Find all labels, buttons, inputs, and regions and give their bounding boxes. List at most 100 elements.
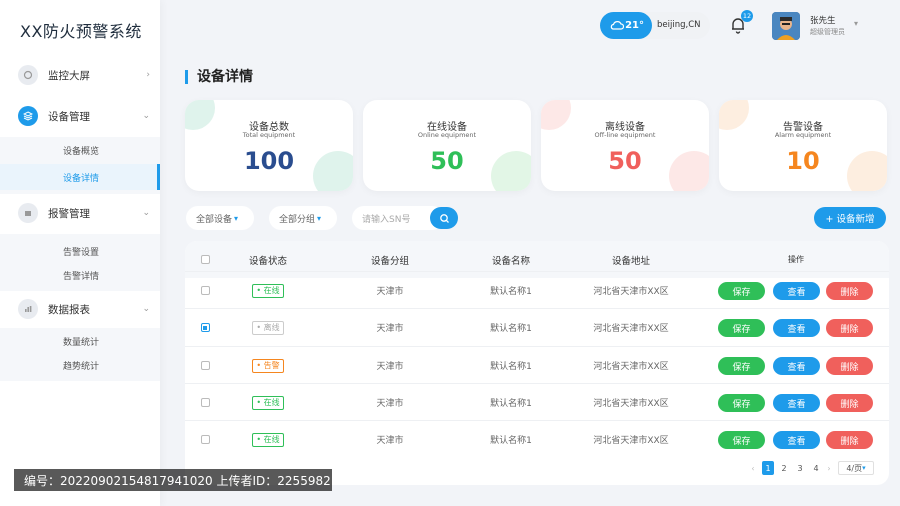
delete-button[interactable]: 删除	[826, 282, 873, 300]
status-cell: • 告警	[233, 347, 303, 384]
save-button[interactable]: 保存	[718, 319, 765, 337]
topbar: 21° beijing,CN 12 张先生 超级管理员 ▾	[160, 0, 900, 52]
stat-card-online: 在线设备 Online equipment 50	[363, 100, 531, 191]
save-button[interactable]: 保存	[718, 431, 765, 449]
status-badge: • 离线	[252, 320, 284, 335]
chevron-down-icon: ⌄	[142, 304, 150, 314]
delete-button[interactable]: 删除	[826, 319, 873, 337]
stat-subtitle: Total equipment	[242, 131, 296, 139]
row-checkbox[interactable]	[200, 361, 210, 370]
stat-card-total: 设备总数 Total equipment 100	[185, 100, 353, 191]
save-button[interactable]: 保存	[718, 394, 765, 412]
group-cell: 天津市	[376, 324, 404, 334]
caret-down-icon[interactable]: ▾	[854, 19, 858, 28]
table-row: • 离线 天津市 默认名称1 河北省天津市XX区 保存 查看 删除	[185, 308, 889, 345]
name-cell: 默认名称1	[490, 287, 532, 297]
sidebar-item-device-overview[interactable]: 设备概览	[0, 137, 160, 163]
sidebar-item-label: 设备管理	[48, 110, 90, 123]
caret-down-icon: ▾	[862, 464, 866, 472]
search-icon	[439, 213, 449, 223]
next-page-icon[interactable]: ›	[824, 461, 834, 475]
weather-pill: 21°	[600, 12, 652, 39]
chevron-right-icon: ›	[146, 70, 150, 80]
stat-value: 50	[608, 147, 642, 175]
group-filter-dropdown[interactable]: 全部分组 ▾	[269, 206, 337, 230]
sidebar-item-label: 报警管理	[48, 207, 90, 220]
status-badge: • 在线	[252, 395, 284, 410]
address-cell: 河北省天津市XX区	[593, 436, 669, 446]
address-cell: 河北省天津市XX区	[593, 287, 669, 297]
select-all-checkbox[interactable]	[200, 255, 210, 264]
sidebar-item-device-detail[interactable]: 设备详情	[0, 164, 160, 190]
row-checkbox-cell	[195, 272, 215, 309]
view-button[interactable]: 查看	[773, 394, 820, 412]
search-button[interactable]	[430, 207, 458, 229]
page-1[interactable]: 1	[762, 461, 774, 475]
stat-value: 10	[786, 147, 820, 175]
sidebar-item-monitor[interactable]: 监控大屏 ›	[0, 58, 160, 92]
submenu-label: 设备概览	[63, 146, 100, 157]
delete-button[interactable]: 删除	[826, 394, 873, 412]
table-row: • 在线 天津市 默认名称1 河北省天津市XX区 保存 查看 删除	[185, 383, 889, 420]
stat-subtitle: Off-line equipment	[594, 131, 656, 139]
page-4[interactable]: 4	[810, 461, 822, 475]
app-title: XX防火预警系统	[20, 22, 142, 41]
save-button[interactable]: 保存	[718, 282, 765, 300]
weather-widget[interactable]: 21° beijing,CN	[600, 12, 710, 39]
sidebar-item-trend-stats[interactable]: 趋势统计	[0, 352, 160, 378]
status-badge: • 告警	[252, 358, 284, 373]
view-button[interactable]: 查看	[773, 431, 820, 449]
status-badge: • 在线	[252, 432, 284, 447]
stat-subtitle: Online equipment	[417, 131, 477, 139]
avatar[interactable]	[772, 12, 800, 40]
address-cell: 河北省天津市XX区	[593, 362, 669, 372]
city-name: beijing,CN	[657, 20, 701, 30]
view-button[interactable]: 查看	[773, 319, 820, 337]
row-checkbox[interactable]	[200, 286, 210, 295]
submenu-label: 告警设置	[63, 247, 100, 258]
group-cell: 天津市	[376, 399, 404, 409]
table-row: • 告警 天津市 默认名称1 河北省天津市XX区 保存 查看 删除	[185, 346, 889, 383]
table-row: • 在线 天津市 默认名称1 河北省天津市XX区 保存 查看 删除	[185, 420, 889, 457]
row-checkbox-cell	[195, 421, 215, 458]
filter-label: 全部设备	[196, 214, 233, 225]
caret-down-icon: ▾	[317, 213, 322, 223]
page-3[interactable]: 3	[794, 461, 806, 475]
sidebar-item-alarm-settings[interactable]: 告警设置	[0, 238, 160, 264]
delete-button[interactable]: 删除	[826, 357, 873, 375]
name-cell: 默认名称1	[490, 436, 532, 446]
sidebar-item-alarm-management[interactable]: 报警管理 ⌄	[0, 196, 160, 230]
name-cell: 默认名称1	[490, 362, 532, 372]
prev-page-icon[interactable]: ‹	[748, 461, 758, 475]
add-device-button[interactable]: + 设备新增	[814, 207, 886, 229]
sidebar-item-count-stats[interactable]: 数量统计	[0, 328, 160, 354]
filter-label: 全部分组	[279, 214, 316, 225]
notification-badge: 12	[741, 10, 753, 22]
stat-card-offline: 离线设备 Off-line equipment 50	[541, 100, 709, 191]
view-button[interactable]: 查看	[773, 282, 820, 300]
reports-submenu: 数量统计 趋势统计	[0, 328, 160, 381]
group-cell: 天津市	[376, 362, 404, 372]
sidebar-item-alarm-detail[interactable]: 告警详情	[0, 262, 160, 288]
save-button[interactable]: 保存	[718, 357, 765, 375]
device-table: 设备状态 设备分组 设备名称 设备地址 操作 • 在线 天津市 默认名称1 河北…	[185, 241, 889, 485]
submenu-label: 设备详情	[63, 173, 100, 184]
row-checkbox[interactable]	[200, 435, 210, 444]
layers-icon	[18, 106, 38, 126]
page-title: 设备详情	[185, 70, 253, 84]
view-button[interactable]: 查看	[773, 357, 820, 375]
device-filter-dropdown[interactable]: 全部设备 ▾	[186, 206, 254, 230]
sidebar-item-device-management[interactable]: 设备管理 ⌄	[0, 99, 160, 133]
row-checkbox[interactable]	[200, 398, 210, 407]
page-2[interactable]: 2	[778, 461, 790, 475]
chart-icon	[18, 299, 38, 319]
page-size-select[interactable]: 4/页 ▾	[838, 461, 874, 475]
alarm-submenu: 告警设置 告警详情	[0, 234, 160, 291]
chevron-down-icon: ⌄	[142, 111, 150, 121]
sidebar-item-data-reports[interactable]: 数据报表 ⌄	[0, 292, 160, 326]
submenu-label: 告警详情	[63, 271, 100, 282]
row-checkbox[interactable]	[200, 323, 210, 332]
delete-button[interactable]: 删除	[826, 431, 873, 449]
table-row: • 在线 天津市 默认名称1 河北省天津市XX区 保存 查看 删除	[185, 271, 889, 308]
name-cell: 默认名称1	[490, 399, 532, 409]
